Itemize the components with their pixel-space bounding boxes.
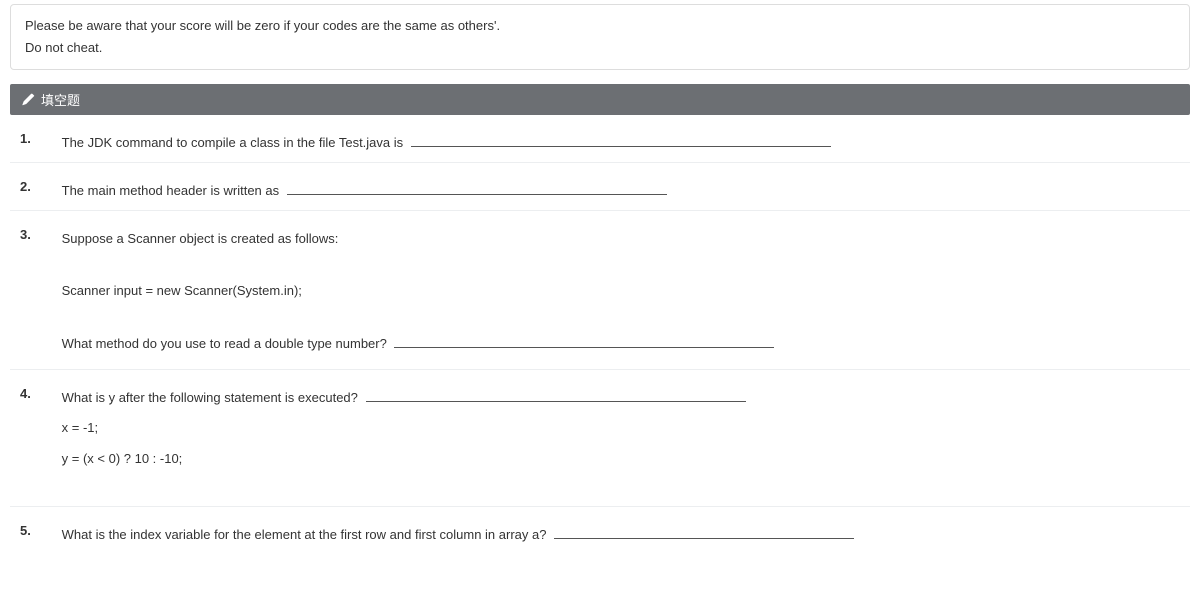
question-1: 1. The JDK command to compile a class in…	[10, 115, 1190, 162]
notice-box: Please be aware that your score will be …	[10, 4, 1190, 70]
question-body: The JDK command to compile a class in th…	[62, 131, 1178, 156]
question-line-1: What is y after the following statement …	[62, 386, 1178, 411]
blank-input[interactable]	[366, 387, 746, 401]
question-text: The JDK command to compile a class in th…	[62, 135, 404, 150]
section-title: 填空题	[41, 90, 80, 109]
question-para-2: Scanner input = new Scanner(System.in);	[62, 279, 1178, 304]
question-line-3: y = (x < 0) ? 10 : -10;	[62, 447, 1178, 472]
question-body: Suppose a Scanner object is created as f…	[62, 227, 1178, 363]
question-para-3: What method do you use to read a double …	[62, 332, 1178, 357]
pencil-icon	[22, 93, 35, 106]
blank-input[interactable]	[394, 334, 774, 348]
question-text: The main method header is written as	[62, 183, 280, 198]
question-text: What is the index variable for the eleme…	[62, 527, 547, 542]
question-2: 2. The main method header is written as	[10, 162, 1190, 210]
notice-line-2: Do not cheat.	[25, 37, 1175, 59]
question-number: 1.	[18, 131, 58, 146]
question-number: 4.	[18, 386, 58, 401]
question-text: What method do you use to read a double …	[62, 336, 387, 351]
blank-input[interactable]	[411, 133, 831, 147]
question-para-1: Suppose a Scanner object is created as f…	[62, 227, 1178, 252]
blank-input[interactable]	[287, 181, 667, 195]
questions-list: 1. The JDK command to compile a class in…	[0, 115, 1200, 573]
question-number: 3.	[18, 227, 58, 242]
question-text: What is y after the following statement …	[62, 390, 358, 405]
question-body: What is y after the following statement …	[62, 386, 1178, 500]
question-body: The main method header is written as	[62, 179, 1178, 204]
question-5: 5. What is the index variable for the el…	[10, 506, 1190, 554]
blank-input[interactable]	[554, 524, 854, 538]
question-body: What is the index variable for the eleme…	[62, 523, 1178, 548]
question-4: 4. What is y after the following stateme…	[10, 369, 1190, 506]
notice-line-1: Please be aware that your score will be …	[25, 15, 1175, 37]
section-header: 填空题	[10, 84, 1190, 115]
question-line-2: x = -1;	[62, 416, 1178, 441]
question-number: 2.	[18, 179, 58, 194]
question-number: 5.	[18, 523, 58, 538]
question-3: 3. Suppose a Scanner object is created a…	[10, 210, 1190, 369]
